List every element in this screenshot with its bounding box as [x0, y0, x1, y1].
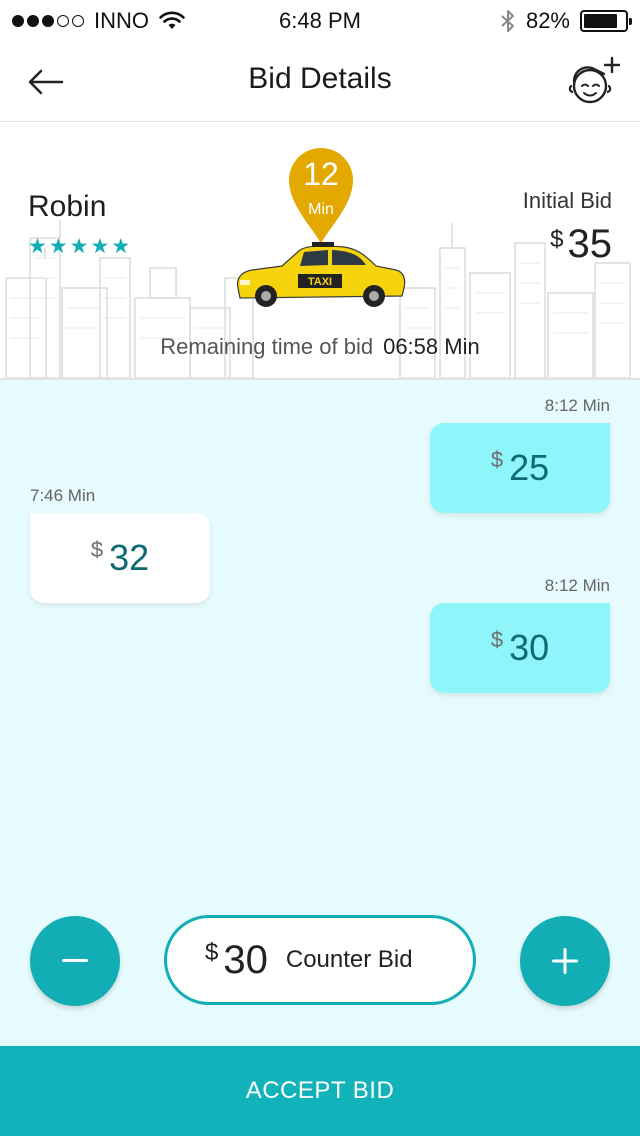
bluetooth-icon [501, 10, 514, 32]
increase-bid-button[interactable] [520, 916, 610, 1006]
counter-bid-amount: 30 [223, 937, 268, 982]
driver-name: Robin [28, 190, 107, 223]
battery-percentage: 82% [525, 8, 570, 33]
battery-icon [580, 10, 632, 32]
my-bid-bubble: $ 25 [430, 423, 610, 513]
initial-bid-value: 35 [567, 222, 613, 266]
bid-time: 8:12 Min [544, 576, 610, 595]
counter-bid-label: Counter Bid [285, 946, 413, 973]
bid-amount: 30 [509, 627, 550, 668]
page-title: Bid Details [248, 62, 392, 95]
add-face-icon [568, 56, 621, 104]
bid-time: 8:12 Min [544, 396, 610, 415]
currency-symbol: $ [550, 226, 564, 253]
bid-summary-hero: Robin ★ ★ ★ ★ ★ Initial Bid $ 35 12 Min TAXI… [0, 122, 640, 380]
app-header: Bid Details [0, 40, 640, 122]
counter-bid-field[interactable]: $ 30 Counter Bid [164, 915, 476, 1005]
driver-rating: ★ ★ ★ ★ ★ [28, 234, 130, 259]
star-icon: ★ [28, 235, 47, 258]
minus-icon [62, 959, 88, 962]
taxi-label: TAXI [308, 276, 332, 288]
plus-icon [552, 948, 578, 974]
star-icon: ★ [69, 235, 89, 258]
initial-bid-amount: $ 35 [550, 222, 612, 267]
my-bid-bubble: $ 30 [430, 603, 610, 693]
bid-amount: 25 [509, 447, 550, 488]
remaining-time-value: 06:58 Min [383, 334, 480, 359]
battery-fill [584, 14, 617, 28]
status-bar: INNO 6:48 PM 82% [0, 0, 640, 40]
accept-bid-button[interactable]: ACCEPT BID [0, 1046, 640, 1136]
driver-bid-bubble: $ 32 [30, 513, 210, 603]
star-icon: ★ [90, 235, 110, 258]
remaining-time: Remaining time of bid 06:58 Min [0, 334, 640, 360]
currency-symbol: $ [490, 447, 504, 472]
eta-value: 12 [303, 156, 339, 192]
star-icon: ★ [48, 235, 68, 258]
bid-time: 7:46 Min [30, 486, 96, 505]
add-profile-button[interactable] [566, 56, 622, 108]
bid-amount: 32 [109, 537, 150, 578]
status-right: 82% [500, 8, 632, 34]
decrease-bid-button[interactable] [30, 916, 120, 1006]
currency-symbol: $ [90, 537, 104, 562]
star-icon: ★ [111, 235, 131, 258]
taxi-car-icon: TAXI [236, 242, 406, 307]
initial-bid-label: Initial Bid [522, 188, 612, 213]
remaining-time-label: Remaining time of bid [160, 334, 374, 359]
eta-unit: Min [308, 201, 334, 218]
currency-symbol: $ [205, 939, 219, 966]
currency-symbol: $ [490, 627, 504, 652]
